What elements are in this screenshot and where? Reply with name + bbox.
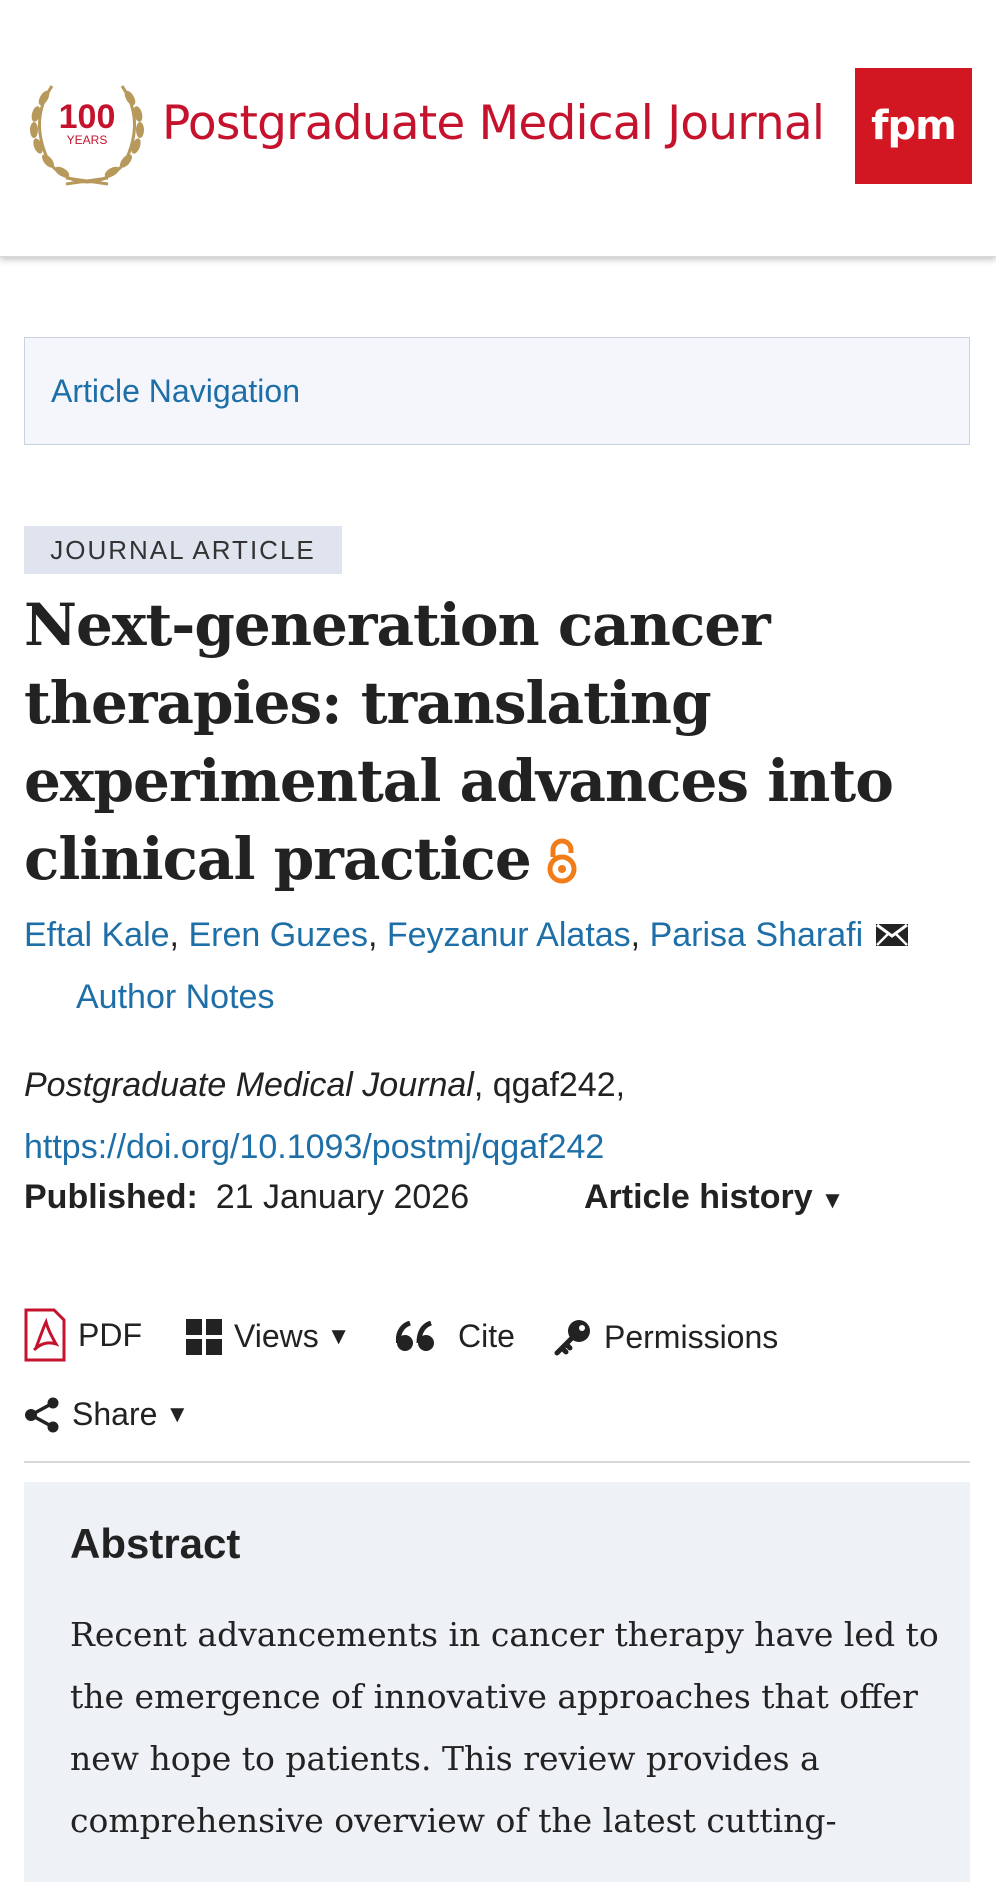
article-history-label: Article history — [584, 1178, 813, 1216]
author-link[interactable]: Eftal Kale — [24, 916, 170, 954]
author-notes-link[interactable]: Author Notes — [76, 978, 274, 1016]
centenary-word: YEARS — [67, 133, 108, 147]
pdf-button[interactable]: PDF — [24, 1308, 142, 1362]
doi-link[interactable]: https://doi.org/10.1093/postmj/qgaf242 — [24, 1128, 604, 1166]
fpm-badge-logo[interactable]: fpm — [855, 68, 972, 184]
centenary-wreath-logo[interactable]: 100 YEARS — [22, 66, 152, 188]
article-history-toggle[interactable]: Article history ▼ — [584, 1178, 844, 1217]
quote-icon — [396, 1320, 434, 1351]
author-link[interactable]: Eren Guzes — [188, 916, 368, 954]
cite-label: Cite — [458, 1318, 515, 1354]
site-header: 100 YEARS Postgraduate Medical Journal f… — [0, 0, 996, 257]
grid-icon — [186, 1318, 222, 1355]
share-label: Share — [72, 1396, 158, 1432]
article-type-badge: JOURNAL ARTICLE — [24, 526, 342, 574]
author-list: Eftal Kale, Eren Guzes, Feyzanur Alatas,… — [24, 904, 924, 1028]
views-dropdown[interactable]: Views ▼ — [186, 1318, 351, 1355]
toolbar-divider — [24, 1461, 970, 1463]
author-link[interactable]: Feyzanur Alatas — [387, 916, 631, 954]
article-navigation-link[interactable]: Article Navigation — [51, 373, 300, 410]
published-row: Published: 21 January 2026 Article histor… — [24, 1178, 954, 1217]
caret-down-icon: ▼ — [820, 1187, 845, 1214]
key-icon — [554, 1320, 590, 1356]
published-date: 21 January 2026 — [215, 1178, 470, 1216]
journal-name-logo[interactable]: Postgraduate Medical Journal — [162, 96, 825, 151]
pdf-label: PDF — [78, 1316, 142, 1353]
citation-journal: Postgraduate Medical Journal — [24, 1066, 474, 1104]
article-title-text: Next-generation cancer therapies: transl… — [24, 591, 894, 893]
abstract-text: Recent advancements in cancer therapy ha… — [70, 1615, 939, 1840]
author-link[interactable]: Parisa Sharafi — [650, 916, 864, 954]
article-toolbar: PDF Views ▼ Cite Permissions Share ▼ — [24, 1308, 970, 1448]
envelope-icon[interactable] — [875, 922, 909, 948]
share-icon — [25, 1397, 59, 1432]
abstract-section: Abstract Recent advancements in cancer t… — [24, 1482, 970, 1882]
permissions-button[interactable]: Permissions — [554, 1318, 778, 1356]
share-dropdown[interactable]: Share ▼ — [24, 1396, 189, 1433]
caret-down-icon: ▼ — [165, 1400, 190, 1428]
citation-article-id: , qgaf242, — [473, 1066, 626, 1104]
abstract-heading: Abstract — [70, 1520, 241, 1567]
published-label: Published: — [24, 1178, 198, 1216]
caret-down-icon: ▼ — [326, 1322, 351, 1350]
permissions-label: Permissions — [604, 1318, 779, 1355]
cite-button[interactable]: Cite — [396, 1318, 515, 1355]
article-title: Next-generation cancer therapies: transl… — [24, 586, 944, 898]
open-access-icon — [547, 838, 577, 884]
pdf-icon — [24, 1308, 66, 1362]
centenary-number: 100 — [59, 98, 116, 136]
citation-block: Postgraduate Medical Journal, qgaf242, h… — [24, 1054, 954, 1178]
views-label: Views — [234, 1318, 319, 1354]
article-navigation-panel[interactable]: Article Navigation — [24, 337, 970, 445]
